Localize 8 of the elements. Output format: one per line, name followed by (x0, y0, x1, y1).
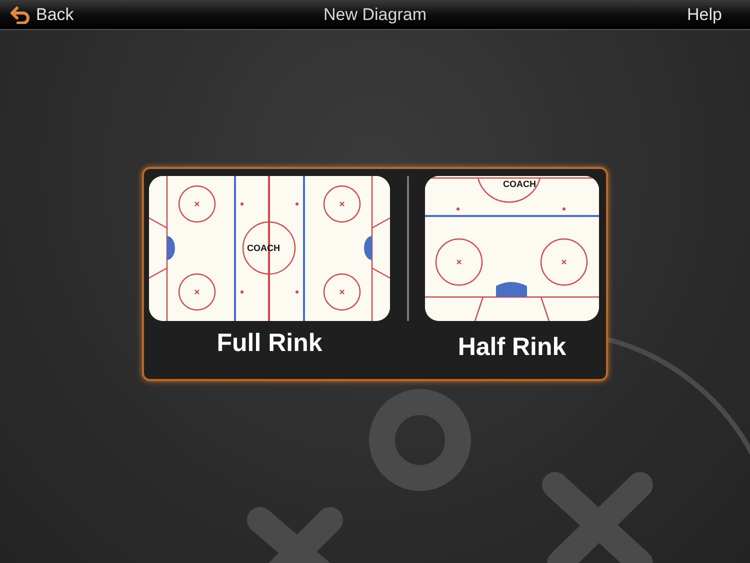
rink-label: Half Rink (458, 333, 566, 362)
logo-text: COACH (503, 179, 536, 189)
help-button[interactable]: Help (687, 4, 722, 24)
rink-card[interactable]: COACH (425, 176, 599, 321)
back-button[interactable]: Back (10, 4, 74, 24)
back-arrow-icon (10, 6, 32, 24)
rink-label: Full Rink (216, 329, 322, 358)
screen-title: New Diagram (324, 4, 426, 24)
